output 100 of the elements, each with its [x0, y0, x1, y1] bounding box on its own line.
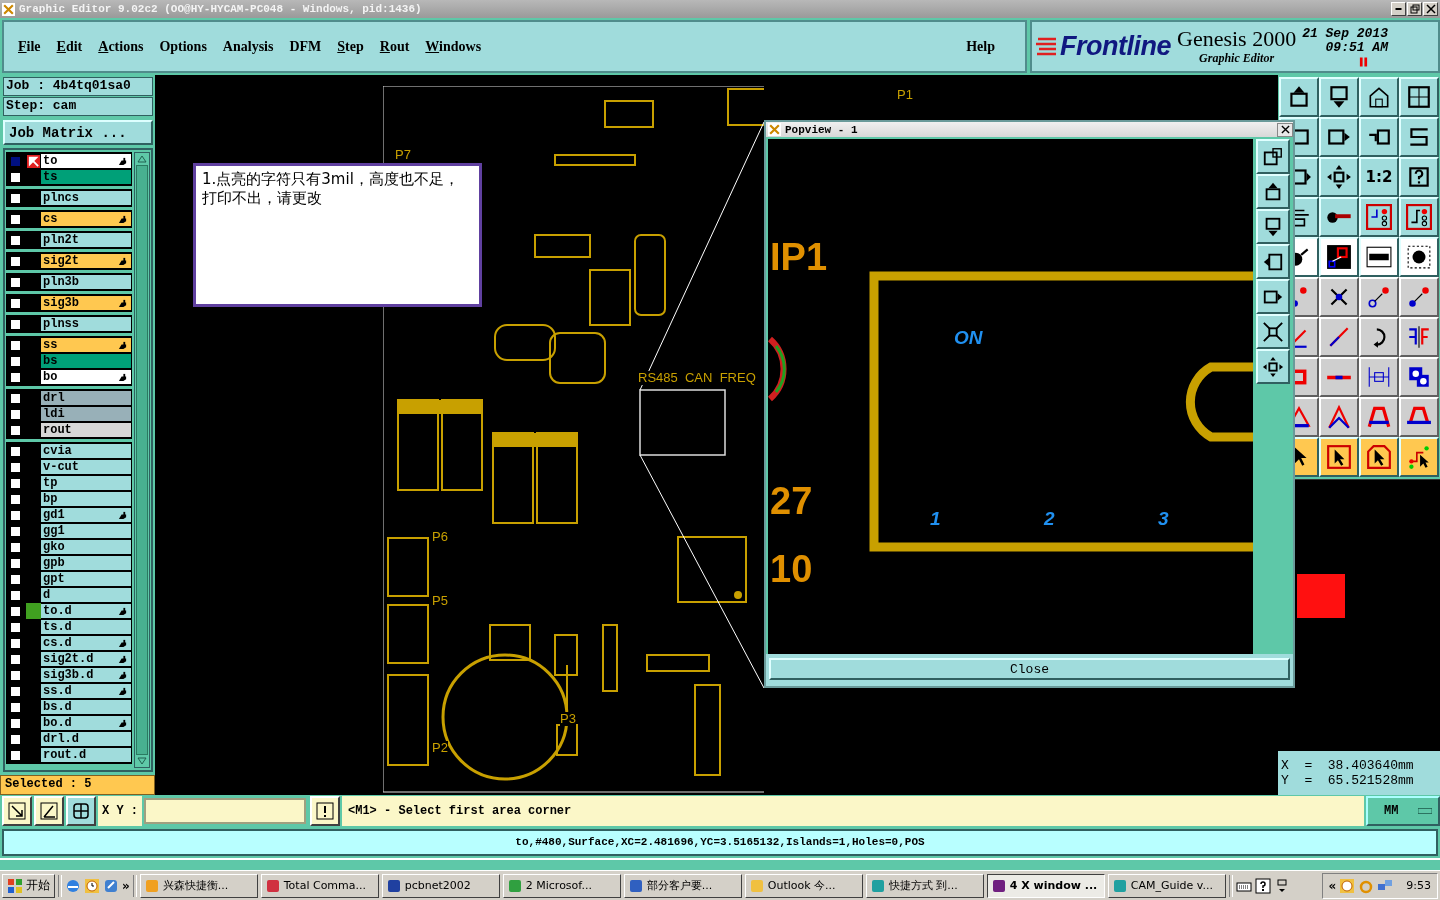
layer-checkbox[interactable]: [10, 701, 21, 713]
layer-checkbox[interactable]: [10, 355, 21, 367]
layer-checkbox[interactable]: [10, 509, 21, 521]
layer-checkbox[interactable]: [10, 541, 21, 553]
xy-input-field[interactable]: [144, 798, 306, 824]
layer-item[interactable]: rout.d: [26, 748, 131, 762]
layer-checkbox[interactable]: [10, 339, 21, 351]
tool-button[interactable]: [1399, 197, 1439, 237]
taskbar-button[interactable]: CAM_Guide v...: [1107, 873, 1226, 898]
minimize-button[interactable]: [1391, 2, 1406, 16]
layer-item[interactable]: bo.d: [26, 716, 131, 730]
browser-icon[interactable]: [65, 877, 81, 894]
layer-checkbox[interactable]: [10, 424, 21, 436]
layer-checkbox[interactable]: [10, 717, 21, 729]
layer-checkbox[interactable]: [10, 685, 21, 697]
tool-button[interactable]: [1399, 157, 1439, 197]
tool-button[interactable]: [1256, 209, 1290, 245]
scroll-up-icon[interactable]: [137, 155, 147, 163]
layer-item[interactable]: gpb: [26, 556, 131, 570]
layer-item[interactable]: to: [26, 154, 131, 168]
layer-item[interactable]: ts.d: [26, 620, 131, 634]
layer-item[interactable]: gpt: [26, 572, 131, 586]
layer-item[interactable]: bs.d: [26, 700, 131, 714]
layer-item[interactable]: plncs: [26, 191, 131, 205]
scroll-down-icon[interactable]: [137, 757, 147, 765]
units-dropdown[interactable]: MM: [1366, 796, 1440, 826]
layer-item[interactable]: pln2t: [26, 233, 131, 247]
zoom-view[interactable]: IP1 27 10 ON 1 2 3: [768, 139, 1253, 655]
layer-item[interactable]: plnss: [26, 317, 131, 331]
more-button[interactable]: »: [122, 878, 130, 893]
layer-item[interactable]: to.d: [26, 604, 131, 618]
layer-checkbox[interactable]: [10, 477, 21, 489]
tool-button[interactable]: [1256, 139, 1290, 175]
layer-item[interactable]: cs.d: [26, 636, 131, 650]
job-matrix-button[interactable]: Job Matrix ...: [3, 120, 153, 145]
layer-item[interactable]: drl: [26, 391, 131, 405]
layer-checkbox[interactable]: [10, 155, 21, 167]
layer-checkbox[interactable]: [10, 318, 21, 330]
layer-checkbox[interactable]: [10, 621, 21, 633]
tray-expand-button[interactable]: «: [1328, 878, 1337, 893]
tool-button[interactable]: [1399, 237, 1439, 277]
layer-item[interactable]: gd1: [26, 508, 131, 522]
taskbar-button[interactable]: 兴森快捷衡...: [139, 873, 258, 898]
menu-item[interactable]: Analysis: [222, 38, 274, 55]
clock-icon[interactable]: [84, 877, 100, 894]
layer-item[interactable]: pln3b: [26, 275, 131, 289]
layer-item[interactable]: drl.d: [26, 732, 131, 746]
layer-checkbox[interactable]: [10, 171, 21, 183]
tool-button[interactable]: [1399, 117, 1439, 157]
tool-button[interactable]: [1256, 279, 1290, 315]
close-button[interactable]: Close: [769, 658, 1290, 680]
close-button[interactable]: [1277, 122, 1293, 137]
start-button[interactable]: 开始: [2, 873, 55, 898]
taskbar-button[interactable]: 4 X window ...: [986, 873, 1105, 898]
taskbar-button[interactable]: pcbnet2002: [381, 873, 500, 898]
tool-button[interactable]: [1359, 237, 1399, 277]
layer-checkbox[interactable]: [10, 637, 21, 649]
taskbar-button[interactable]: 部分客户要...: [623, 873, 742, 898]
taskbar-button[interactable]: Total Comma...: [260, 873, 379, 898]
layer-item[interactable]: sig2t.d: [26, 652, 131, 666]
layer-checkbox[interactable]: [10, 234, 21, 246]
tool-button[interactable]: [1359, 437, 1399, 477]
layer-checkbox[interactable]: [10, 733, 21, 745]
tool-button[interactable]: [1319, 237, 1359, 277]
layer-item[interactable]: rout: [26, 423, 131, 437]
menu-item[interactable]: DFM: [289, 38, 322, 55]
clock-icon[interactable]: [1339, 877, 1356, 894]
tool-button[interactable]: [1359, 117, 1399, 157]
menu-item[interactable]: Edit: [56, 38, 83, 55]
layer-checkbox[interactable]: [10, 653, 21, 665]
alert-button[interactable]: [310, 796, 340, 826]
help-icon[interactable]: [1254, 877, 1271, 894]
layer-checkbox[interactable]: [10, 255, 21, 267]
tool-button[interactable]: [1399, 437, 1439, 477]
layer-checkbox[interactable]: [10, 605, 21, 617]
taskbar-button[interactable]: Outlook 今...: [744, 873, 863, 898]
layer-item[interactable]: sig3b: [26, 296, 131, 310]
tool-button[interactable]: [1399, 77, 1439, 117]
tool-button[interactable]: [1319, 157, 1359, 197]
layer-item[interactable]: gko: [26, 540, 131, 554]
layer-item[interactable]: bo: [26, 370, 131, 384]
layer-item[interactable]: ldi: [26, 407, 131, 421]
tool-button[interactable]: [1319, 117, 1359, 157]
tool-button[interactable]: [1319, 197, 1359, 237]
menu-item[interactable]: File: [18, 38, 41, 55]
layer-checkbox[interactable]: [10, 749, 21, 761]
tool-button[interactable]: [1256, 349, 1290, 385]
tool-button[interactable]: [1359, 77, 1399, 117]
layer-item[interactable]: ss: [26, 338, 131, 352]
help-menu[interactable]: Help: [966, 38, 995, 55]
layer-checkbox[interactable]: [10, 276, 21, 288]
tool-button[interactable]: [1256, 244, 1290, 280]
layer-checkbox[interactable]: [10, 392, 21, 404]
layer-checkbox[interactable]: [10, 297, 21, 309]
layer-checkbox[interactable]: [10, 669, 21, 681]
layer-checkbox[interactable]: [10, 213, 21, 225]
layer-checkbox[interactable]: [10, 192, 21, 204]
layer-item[interactable]: bs: [26, 354, 131, 368]
tool-button[interactable]: [1279, 77, 1319, 117]
menu-item[interactable]: Windows: [425, 38, 482, 55]
